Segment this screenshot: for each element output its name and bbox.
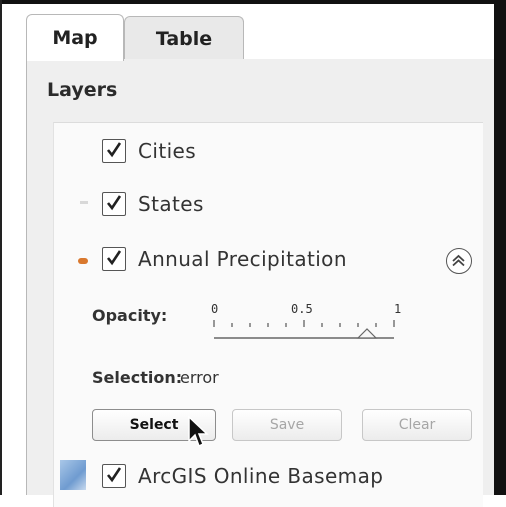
cities-checkbox[interactable] (102, 139, 126, 163)
opacity-label: Opacity: (92, 306, 168, 325)
window-frame-top (0, 0, 506, 4)
checkmark-icon (106, 250, 122, 266)
layer-label-basemap: ArcGIS Online Basemap (138, 464, 384, 488)
selection-label: Selection: (92, 368, 183, 387)
layers-panel: Layers Cities States Annual Precipitatio… (26, 59, 494, 507)
opacity-tick-min: 0 (211, 302, 219, 316)
window-frame-right (494, 0, 506, 495)
checkmark-icon (106, 142, 122, 158)
layer-label-cities: Cities (138, 139, 197, 163)
slider-thumb (356, 328, 378, 339)
layer-list: Cities States Annual Precipitation Opaci… (53, 122, 483, 507)
save-button[interactable]: Save (232, 409, 342, 441)
panel-title: Layers (47, 79, 118, 101)
collapse-up-icon[interactable] (446, 248, 472, 274)
tab-map[interactable]: Map (26, 14, 124, 61)
precipitation-checkbox[interactable] (102, 247, 126, 271)
window-frame-left (0, 0, 2, 495)
states-checkbox[interactable] (102, 192, 126, 216)
basemap-checkbox[interactable] (102, 464, 126, 488)
mouse-pointer-icon (188, 415, 209, 448)
states-legend-swatch (80, 201, 88, 204)
layer-label-states: States (138, 192, 204, 216)
clear-button[interactable]: Clear (362, 409, 472, 441)
precipitation-legend-swatch (78, 258, 88, 264)
checkmark-icon (106, 467, 122, 483)
opacity-slider[interactable] (212, 318, 402, 348)
basemap-thumbnail (60, 460, 86, 490)
opacity-tick-mid: 0.5 (291, 302, 313, 316)
opacity-tick-max: 1 (394, 302, 402, 316)
tab-table[interactable]: Table (124, 16, 244, 60)
layer-label-precipitation: Annual Precipitation (138, 247, 347, 271)
selection-status: error (180, 368, 219, 387)
checkmark-icon (106, 195, 122, 211)
